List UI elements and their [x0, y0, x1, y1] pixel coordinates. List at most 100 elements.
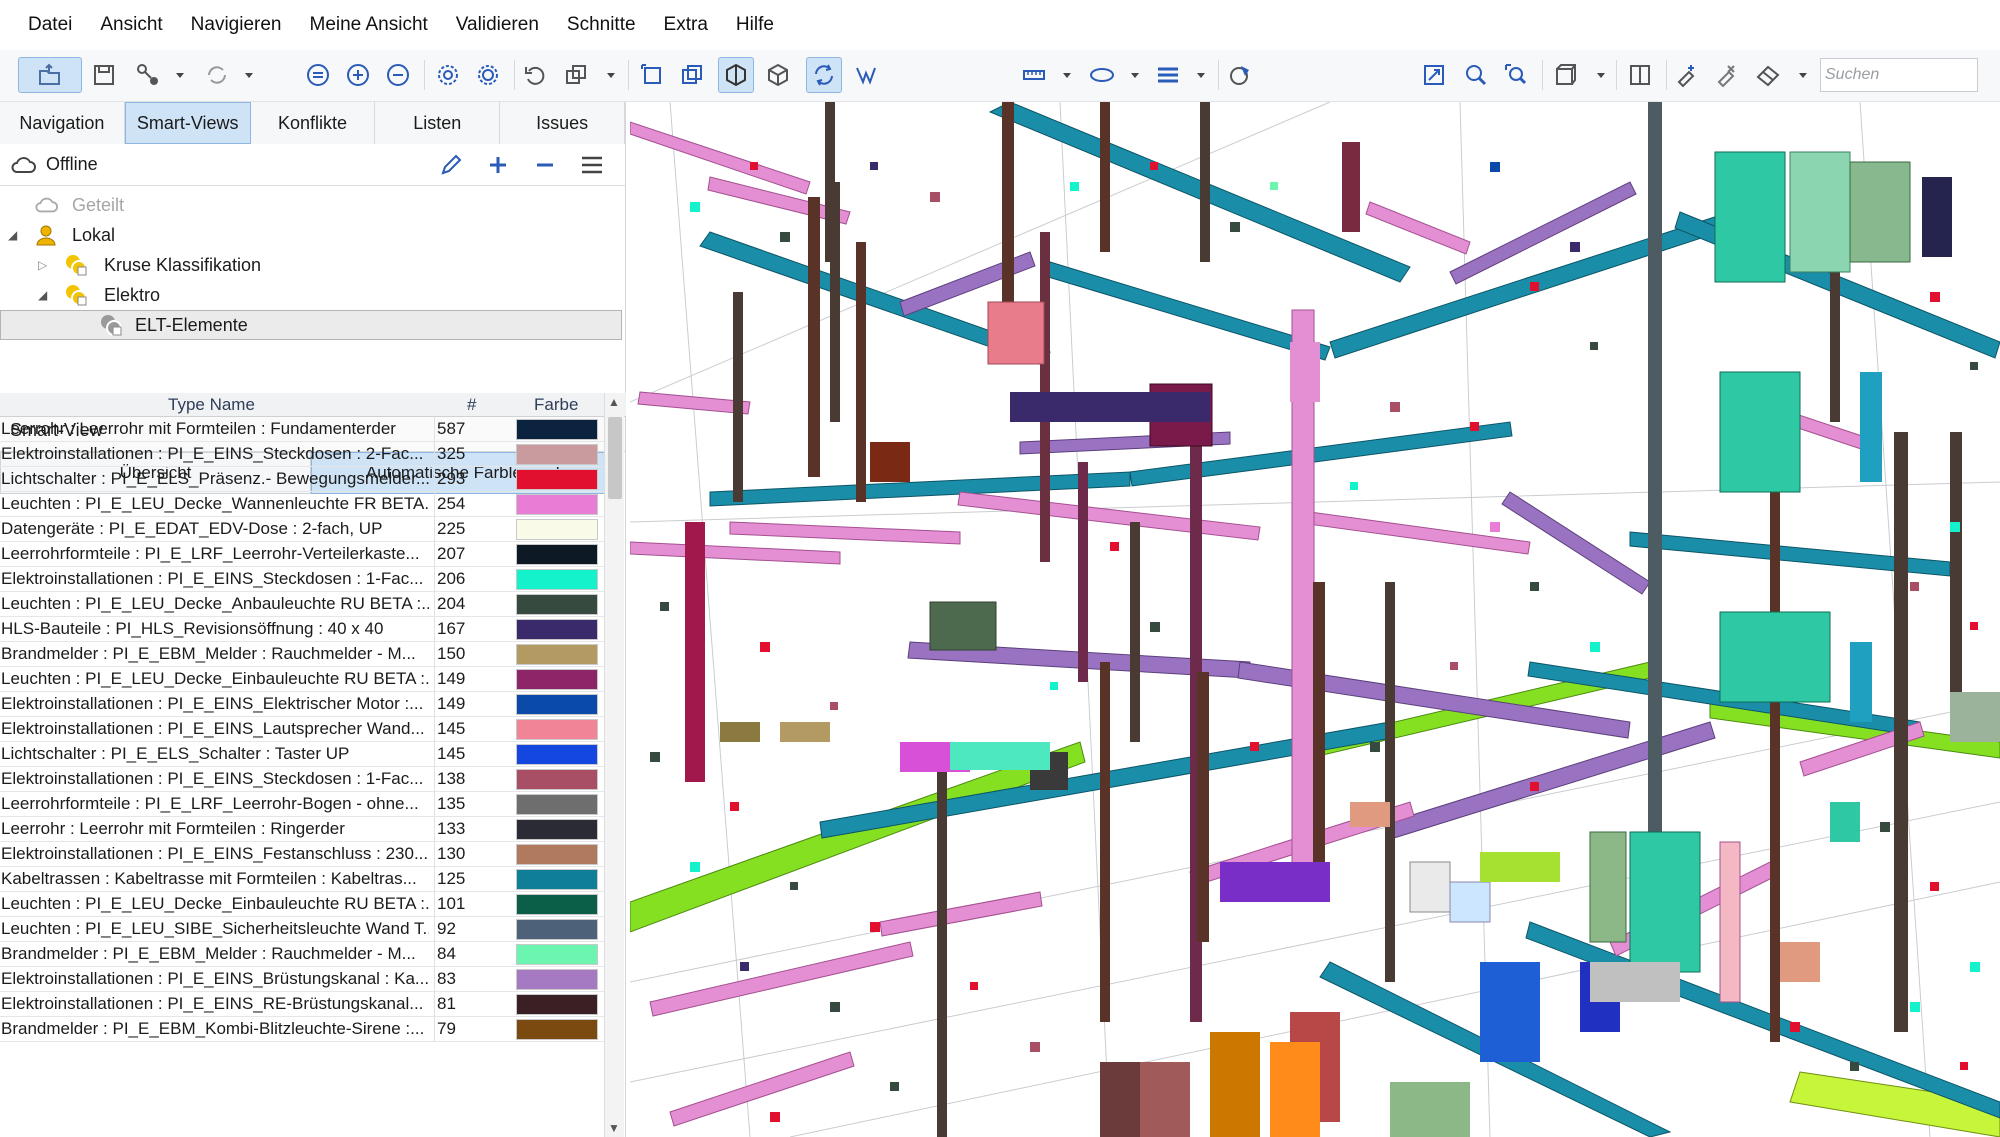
chevron-down-icon[interactable] — [1798, 68, 1808, 82]
column-type-name[interactable]: Type Name — [168, 395, 255, 415]
tree-item-elt-elemente[interactable]: ELT-Elemente — [0, 310, 622, 340]
isolate-button[interactable] — [430, 57, 466, 93]
table-row[interactable]: Elektroinstallationen : PI_E_EINS_Lautsp… — [0, 717, 604, 742]
scroll-down-icon[interactable]: ▼ — [608, 1121, 620, 1135]
model-view[interactable] — [630, 102, 2000, 1137]
tree-item-local[interactable]: ◢ Lokal — [0, 220, 622, 250]
chevron-down-icon[interactable] — [175, 68, 185, 82]
clip-button[interactable] — [674, 57, 710, 93]
orbit-button[interactable] — [806, 57, 842, 93]
table-scrollbar[interactable]: ▲ ▼ — [604, 393, 624, 1137]
walk-button[interactable] — [848, 57, 884, 93]
color-swatch[interactable] — [516, 969, 598, 990]
scrollbar-thumb[interactable] — [608, 417, 622, 499]
edit-button[interactable] — [437, 151, 465, 179]
collapse-arrow-icon[interactable]: ◢ — [8, 228, 17, 242]
tab-konflikte[interactable]: Konflikte — [250, 102, 376, 144]
color-swatch[interactable] — [516, 719, 598, 740]
chevron-down-icon[interactable] — [1596, 68, 1606, 82]
table-row[interactable]: Elektroinstallationen : PI_E_EINS_RE-Brü… — [0, 992, 604, 1017]
tab-issues[interactable]: Issues — [500, 102, 625, 144]
chevron-down-icon[interactable] — [244, 68, 254, 82]
color-swatch[interactable] — [516, 694, 598, 715]
chevron-down-icon[interactable] — [1196, 68, 1206, 82]
color-swatch[interactable] — [516, 444, 598, 465]
ellipse-button[interactable] — [1084, 57, 1120, 93]
menu-hilfe[interactable]: Hilfe — [736, 14, 774, 36]
color-swatch[interactable] — [516, 544, 598, 565]
menu-validieren[interactable]: Validieren — [456, 14, 539, 36]
layers-button[interactable] — [1150, 57, 1186, 93]
color-swatch[interactable] — [516, 644, 598, 665]
color-swatch[interactable] — [516, 794, 598, 815]
table-row[interactable]: Elektroinstallationen : PI_E_EINS_Steckd… — [0, 767, 604, 792]
table-row[interactable]: Elektroinstallationen : PI_E_EINS_Brüstu… — [0, 967, 604, 992]
save-button[interactable] — [86, 57, 122, 93]
select-all-button[interactable] — [300, 57, 336, 93]
split-view-button[interactable] — [1622, 57, 1658, 93]
color-swatch[interactable] — [516, 994, 598, 1015]
color-swatch[interactable] — [516, 519, 598, 540]
undo-button[interactable] — [518, 57, 554, 93]
column-color[interactable]: Farbe — [534, 395, 578, 415]
remove-marker-button[interactable] — [1708, 57, 1744, 93]
materials-button[interactable] — [1222, 57, 1258, 93]
chevron-down-icon[interactable] — [1130, 68, 1140, 82]
table-row[interactable]: Datengeräte : PI_E_EDAT_EDV-Dose : 2-fac… — [0, 517, 604, 542]
tab-smart-views[interactable]: Smart-Views — [124, 102, 251, 144]
menu-extra[interactable]: Extra — [664, 14, 708, 36]
color-swatch[interactable] — [516, 869, 598, 890]
color-swatch[interactable] — [516, 894, 598, 915]
color-swatch[interactable] — [516, 769, 598, 790]
table-row[interactable]: HLS-Bauteile : PI_HLS_Revisionsöffnung :… — [0, 617, 604, 642]
color-swatch[interactable] — [516, 944, 598, 965]
section-box-button[interactable] — [718, 57, 754, 93]
collapse-arrow-icon[interactable]: ◢ — [38, 288, 47, 302]
table-row[interactable]: Leuchten : PI_E_LEU_Decke_Wannenleuchte … — [0, 492, 604, 517]
column-count[interactable]: # — [467, 395, 476, 415]
color-swatch[interactable] — [516, 419, 598, 440]
table-row[interactable]: Lichtschalter : PI_E_ELS_Präsenz.- Beweg… — [0, 467, 604, 492]
table-row[interactable]: Elektroinstallationen : PI_E_EINS_Steckd… — [0, 442, 604, 467]
cube-button[interactable] — [760, 57, 796, 93]
table-row[interactable]: Leuchten : PI_E_LEU_SIBE_Sicherheitsleuc… — [0, 917, 604, 942]
hide-button[interactable] — [470, 57, 506, 93]
tree-item-elektro[interactable]: ◢ Elektro — [0, 280, 622, 310]
table-row[interactable]: Elektroinstallationen : PI_E_EINS_Steckd… — [0, 567, 604, 592]
open-file-button[interactable] — [18, 57, 82, 93]
table-row[interactable]: Brandmelder : PI_E_EBM_Melder : Rauchmel… — [0, 642, 604, 667]
tree-item-kruse[interactable]: ▷ Kruse Klassifikation — [0, 250, 622, 280]
fit-button[interactable] — [1416, 57, 1452, 93]
table-row[interactable]: Lichtschalter : PI_E_ELS_Schalter : Tast… — [0, 742, 604, 767]
menu-meine-ansicht[interactable]: Meine Ansicht — [310, 14, 428, 36]
color-swatch[interactable] — [516, 594, 598, 615]
add-to-selection-button[interactable] — [340, 57, 376, 93]
measure-button[interactable] — [1016, 57, 1052, 93]
connect-button[interactable] — [130, 57, 166, 93]
add-button[interactable] — [484, 151, 512, 179]
menu-datei[interactable]: Datei — [28, 14, 72, 36]
remove-button[interactable] — [531, 151, 559, 179]
color-swatch[interactable] — [516, 744, 598, 765]
color-swatch[interactable] — [516, 669, 598, 690]
sync-button[interactable] — [199, 57, 235, 93]
table-row[interactable]: Leuchten : PI_E_LEU_Decke_Einbauleuchte … — [0, 667, 604, 692]
chevron-down-icon[interactable] — [606, 68, 616, 82]
color-swatch[interactable] — [516, 494, 598, 515]
table-row[interactable]: Leerrohrformteile : PI_E_LRF_Leerrohr-Ve… — [0, 542, 604, 567]
menu-button[interactable] — [578, 151, 606, 179]
scroll-up-icon[interactable]: ▲ — [608, 395, 620, 409]
3d-viewport[interactable] — [630, 102, 2000, 1137]
color-swatch[interactable] — [516, 619, 598, 640]
table-row[interactable]: Elektroinstallationen : PI_E_EINS_Elektr… — [0, 692, 604, 717]
remove-from-selection-button[interactable] — [380, 57, 416, 93]
table-row[interactable]: Leerrohr : Leerrohr mit Formteilen : Fun… — [0, 417, 604, 442]
copy-button[interactable] — [558, 57, 594, 93]
tab-navigation[interactable]: Navigation — [0, 102, 125, 144]
color-swatch[interactable] — [516, 919, 598, 940]
color-swatch[interactable] — [516, 819, 598, 840]
table-row[interactable]: Leuchten : PI_E_LEU_Decke_Anbauleuchte R… — [0, 592, 604, 617]
add-marker-button[interactable] — [1668, 57, 1704, 93]
table-row[interactable]: Brandmelder : PI_E_EBM_Melder : Rauchmel… — [0, 942, 604, 967]
zoom-button[interactable] — [1458, 57, 1494, 93]
